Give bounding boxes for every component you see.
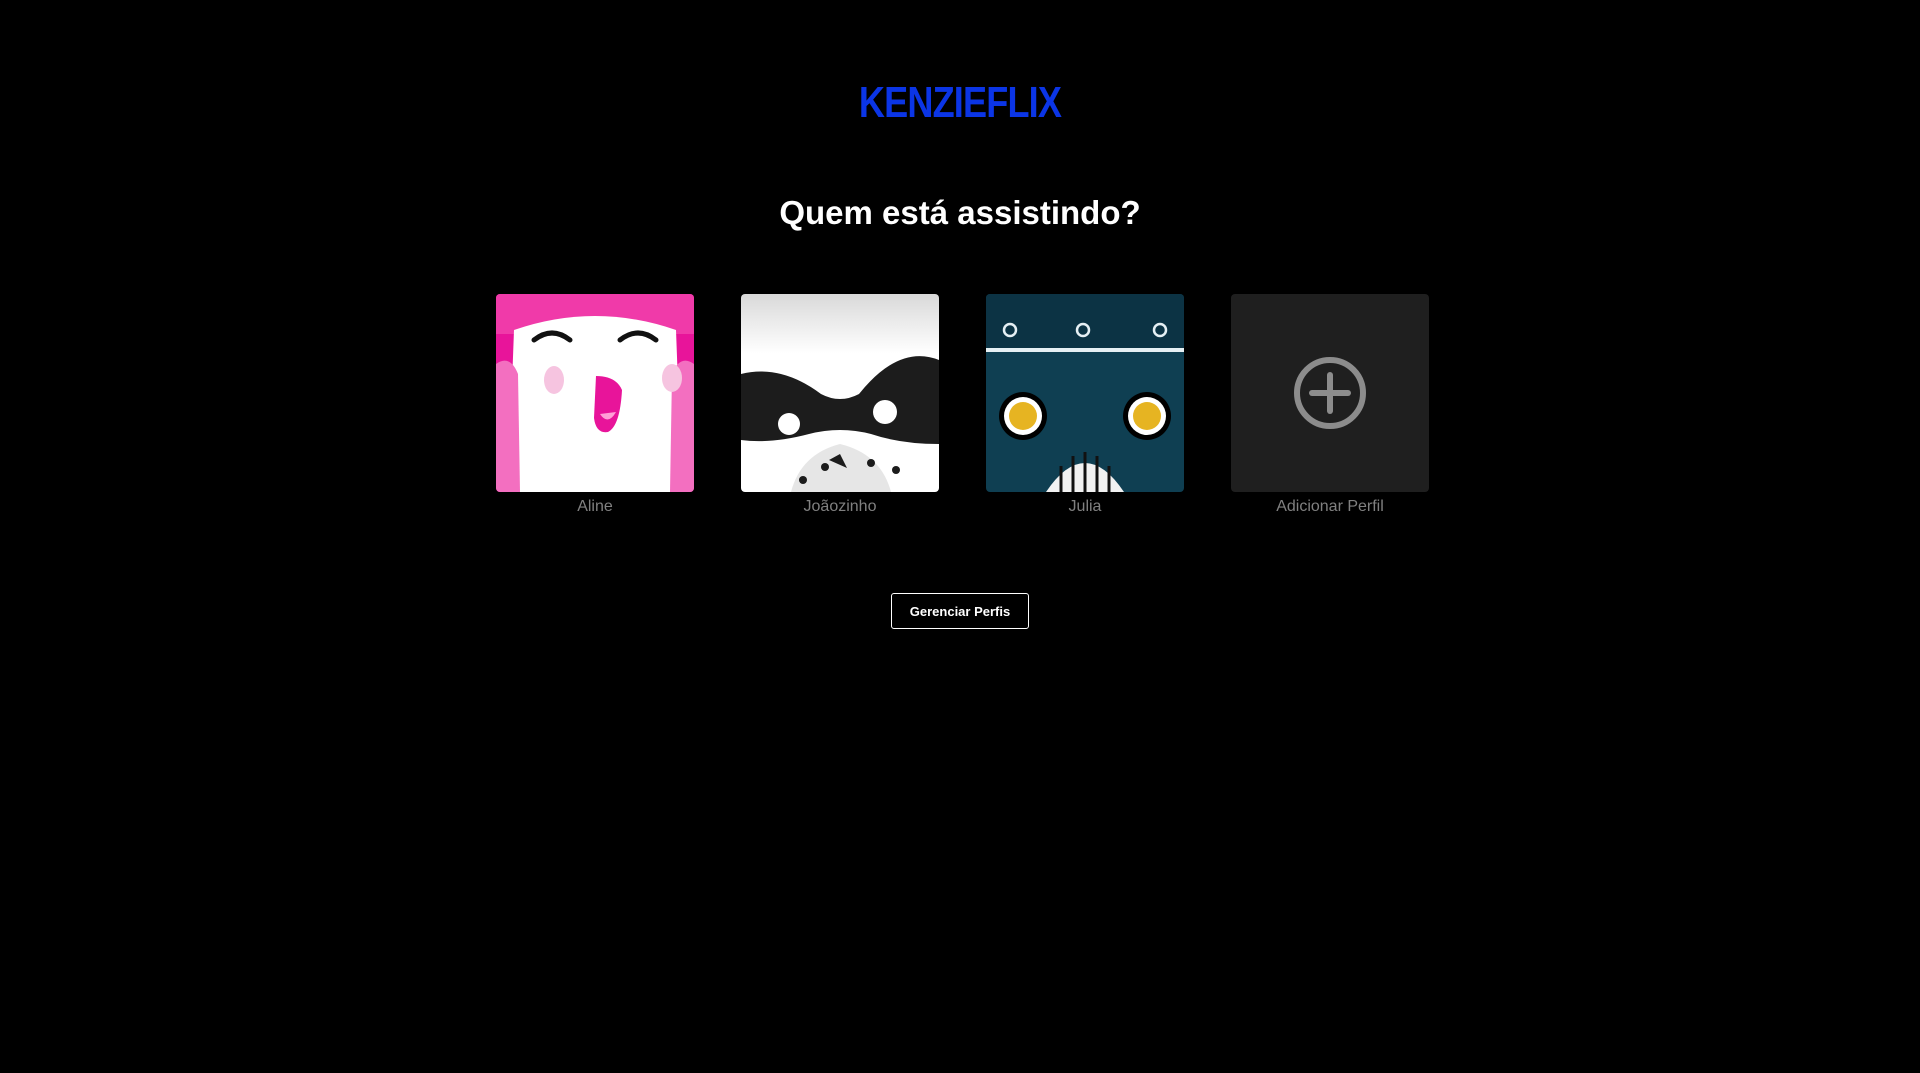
profile-selection-page: KENZIEFLIX Quem está assistindo? Aline J… (0, 0, 1920, 1073)
profile-name: Julia (1068, 498, 1102, 515)
add-profile-label: Adicionar Perfil (1276, 498, 1384, 515)
manage-profiles-button[interactable]: Gerenciar Perfis (891, 593, 1029, 629)
profile-joaozinho[interactable]: Joãozinho (741, 294, 939, 516)
add-profile[interactable]: Adicionar Perfil (1231, 294, 1429, 516)
profile-name: Joãozinho (803, 498, 877, 515)
profile-julia[interactable]: Julia (986, 294, 1184, 516)
profile-list: Aline Joãozinho Julia Adicionar Perfil (496, 294, 1429, 516)
raccoon-mask-avatar[interactable] (741, 294, 939, 492)
add-profile-tile[interactable] (1231, 294, 1429, 492)
plus-circle-icon (1294, 357, 1366, 429)
pink-smiling-face-avatar[interactable] (496, 294, 694, 492)
profile-aline[interactable]: Aline (496, 294, 694, 516)
kenzieflix-logo[interactable]: KENZIEFLIX (173, 78, 1747, 128)
profile-name: Aline (577, 498, 613, 515)
teal-robot-avatar[interactable] (986, 294, 1184, 492)
page-title: Quem está assistindo? (779, 194, 1141, 231)
